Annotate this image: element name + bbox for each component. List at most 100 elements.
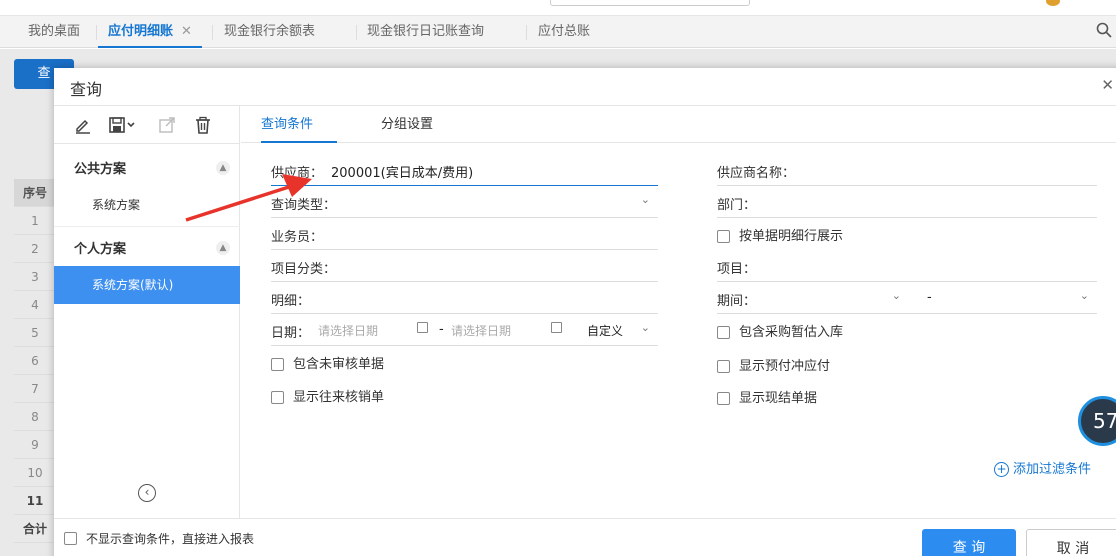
table-row: 2 bbox=[14, 235, 56, 263]
tab-separator bbox=[526, 25, 527, 40]
include-estimate-checkbox[interactable]: 包含采购暂估入库 bbox=[717, 324, 843, 342]
period-label: 期间： bbox=[717, 294, 757, 309]
salesman-field[interactable]: 业务员： bbox=[271, 218, 658, 250]
table-row: 8 bbox=[14, 403, 56, 431]
tab-my-desktop[interactable]: 我的桌面 bbox=[28, 16, 80, 48]
dialog-title: 查询 bbox=[70, 80, 103, 99]
divider bbox=[54, 518, 1116, 519]
chevron-down-icon: ⌄ bbox=[640, 193, 650, 206]
cancel-button[interactable]: 取 消 bbox=[1026, 529, 1116, 556]
edit-icon[interactable] bbox=[74, 116, 94, 136]
salesman-label: 业务员： bbox=[271, 230, 324, 245]
project-category-field[interactable]: 项目分类： bbox=[271, 250, 658, 282]
tab-separator bbox=[356, 25, 357, 40]
add-filter-button[interactable]: + 添加过滤条件 bbox=[994, 458, 1091, 477]
date-end-input[interactable]: 请选择日期 bbox=[451, 322, 511, 339]
export-icon bbox=[158, 116, 178, 136]
show-prepay-checkbox[interactable]: 显示预付冲应付 bbox=[717, 358, 830, 376]
browser-top-strip bbox=[0, 0, 1116, 16]
tab-payable-detail[interactable]: 应付明细账 ✕ bbox=[98, 16, 202, 48]
tab-close-icon[interactable]: ✕ bbox=[181, 24, 192, 39]
plan-panel: 公共方案 ▲ 系统方案 个人方案 ▲ 系统方案(默认) ‹ bbox=[54, 106, 240, 518]
include-unaudited-checkbox[interactable]: 包含未审核单据 bbox=[271, 356, 384, 374]
chevron-down-icon[interactable]: ⌄ bbox=[1080, 289, 1089, 302]
tab-cash-bank-balance[interactable]: 现金银行余额表 bbox=[224, 16, 315, 48]
query-tabs: 查询条件 分组设置 bbox=[241, 106, 1116, 143]
supplier-value: 200001(宾日成本/费用) bbox=[331, 166, 474, 181]
table-row: 1 bbox=[14, 207, 56, 235]
project-label: 项目： bbox=[717, 262, 757, 277]
plus-icon: + bbox=[994, 462, 1009, 477]
supplier-label: 供应商： bbox=[271, 166, 324, 181]
extension-icon[interactable] bbox=[1046, 0, 1060, 6]
group-public-plans[interactable]: 公共方案 bbox=[74, 158, 126, 177]
close-icon[interactable]: ✕ bbox=[1101, 76, 1114, 94]
collapse-left-icon[interactable]: ‹ bbox=[138, 484, 156, 502]
date-range-field: 日期： 请选择日期 - 请选择日期 自定义 ⌄ bbox=[271, 314, 658, 346]
chevron-up-icon[interactable]: ▲ bbox=[216, 161, 230, 175]
query-type-select[interactable]: 查询类型： ⌄ bbox=[271, 186, 658, 218]
delete-icon[interactable] bbox=[194, 116, 214, 136]
plan-item-system-default[interactable]: 系统方案(默认) bbox=[54, 266, 240, 304]
tab-separator bbox=[212, 25, 213, 40]
checkbox-box[interactable] bbox=[717, 392, 730, 405]
query-dialog: 查询 ✕ 公共方案 ▲ 系统方案 个人方案 ▲ 系统方案(默认) ‹ 查询条件 … bbox=[54, 68, 1116, 556]
tab-cash-bank-journal[interactable]: 现金银行日记账查询 bbox=[367, 16, 484, 48]
skip-conditions-checkbox[interactable]: 不显示查询条件，直接进入报表 bbox=[64, 530, 254, 548]
date-separator: - bbox=[439, 322, 444, 337]
show-settled-checkbox[interactable]: 显示现结单据 bbox=[717, 390, 817, 408]
period-field: 期间： ⌄ - ⌄ bbox=[717, 282, 1097, 314]
plan-toolbar bbox=[54, 106, 240, 144]
table-row: 10 bbox=[14, 459, 56, 487]
checkbox-box[interactable] bbox=[271, 391, 284, 404]
detail-label: 明细： bbox=[271, 294, 311, 309]
show-writeoff-checkbox[interactable]: 显示往来核销单 bbox=[271, 389, 384, 407]
table-row: 4 bbox=[14, 291, 56, 319]
period-separator: - bbox=[927, 290, 932, 305]
search-icon[interactable] bbox=[1096, 22, 1112, 38]
date-start-input[interactable]: 请选择日期 bbox=[318, 322, 378, 339]
calendar-icon[interactable] bbox=[417, 322, 428, 333]
plan-item-system[interactable]: 系统方案 bbox=[54, 186, 240, 224]
project-category-label: 项目分类： bbox=[271, 262, 337, 277]
department-label: 部门： bbox=[717, 198, 757, 213]
date-mode-select[interactable]: 自定义 bbox=[587, 322, 623, 339]
department-field[interactable]: 部门： bbox=[717, 186, 1097, 218]
tab-separator bbox=[96, 25, 97, 40]
tab-group-settings[interactable]: 分组设置 bbox=[381, 106, 433, 143]
chevron-up-icon[interactable]: ▲ bbox=[216, 241, 230, 255]
date-label: 日期： bbox=[271, 326, 311, 341]
show-by-detail-checkbox[interactable]: 按单据明细行展示 bbox=[717, 228, 843, 246]
group-personal-plans[interactable]: 个人方案 bbox=[74, 238, 126, 257]
table-row: 5 bbox=[14, 319, 56, 347]
checkbox-box[interactable] bbox=[717, 230, 730, 243]
checkbox-box[interactable] bbox=[717, 360, 730, 373]
save-icon[interactable] bbox=[108, 116, 135, 136]
tab-bar: 我的桌面 应付明细账 ✕ 现金银行余额表 现金银行日记账查询 应付总账 bbox=[0, 16, 1116, 48]
tab-query-conditions[interactable]: 查询条件 bbox=[261, 106, 337, 143]
table-row: 7 bbox=[14, 375, 56, 403]
query-type-label: 查询类型： bbox=[271, 198, 337, 213]
supplier-name-label: 供应商名称： bbox=[717, 166, 796, 181]
table-total-row: 合计 bbox=[14, 515, 56, 543]
column-header-index: 序号 bbox=[14, 179, 56, 207]
table-row: 3 bbox=[14, 263, 56, 291]
table-row: 6 bbox=[14, 347, 56, 375]
background-table: 序号 1 2 3 4 5 6 7 8 9 10 11 合计 bbox=[14, 179, 56, 543]
query-button[interactable]: 查 询 bbox=[922, 529, 1016, 556]
checkbox-box[interactable] bbox=[271, 358, 284, 371]
supplier-name-field[interactable]: 供应商名称： bbox=[717, 154, 1097, 186]
address-bar[interactable] bbox=[550, 0, 750, 6]
checkbox-box[interactable] bbox=[717, 326, 730, 339]
checkbox-box[interactable] bbox=[64, 532, 77, 545]
table-row: 9 bbox=[14, 431, 56, 459]
detail-field[interactable]: 明细： bbox=[271, 282, 658, 314]
project-field[interactable]: 项目： bbox=[717, 250, 1097, 282]
tab-payable-ledger[interactable]: 应付总账 bbox=[538, 16, 590, 48]
calendar-icon[interactable] bbox=[551, 322, 562, 333]
table-row: 11 bbox=[14, 487, 56, 515]
chevron-down-icon: ⌄ bbox=[640, 321, 650, 334]
chevron-down-icon[interactable]: ⌄ bbox=[892, 289, 901, 302]
divider bbox=[54, 226, 240, 227]
supplier-field[interactable]: 供应商： 200001(宾日成本/费用) bbox=[271, 154, 658, 186]
